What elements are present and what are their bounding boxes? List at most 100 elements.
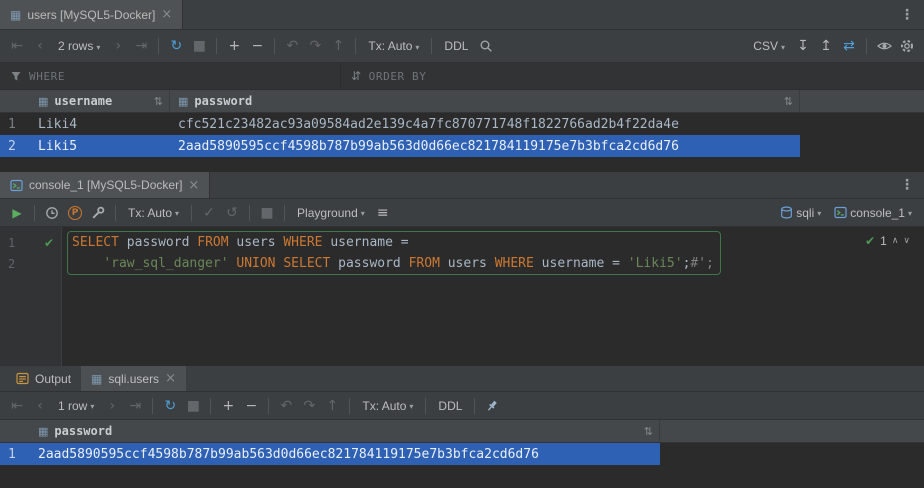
tab-console[interactable]: console_1 [MySQL5-Docker] × [0, 172, 210, 198]
delete-row-icon[interactable]: − [246, 35, 268, 57]
add-row-icon[interactable]: + [223, 35, 245, 57]
tab-output[interactable]: Output [6, 366, 81, 391]
playground-label: Playground [297, 206, 358, 220]
run-icon[interactable]: ▶ [6, 202, 28, 224]
close-icon[interactable]: × [188, 178, 199, 193]
undo-icon[interactable]: ↶ [275, 395, 297, 417]
export-data-icon[interactable]: ↧ [792, 35, 814, 57]
result-data-grid: ▦ password ⇅ 1 2aad5890595ccf4598b787b99… [0, 420, 924, 465]
ddl-button[interactable]: DDL [438, 35, 474, 57]
result-toolbar: ⇤ ‹ 1 row ▾ › ⇥ ↻ ■ + − ↶ ↷ ↑ Tx: Auto ▾… [0, 392, 924, 420]
profiler-icon[interactable]: P [64, 202, 86, 224]
cell-username[interactable]: Liki4 [30, 113, 170, 135]
result-panel-tab-bar: Output ▦ sqli.users × [0, 366, 924, 392]
sort-lines-icon: ⇵ [351, 69, 362, 83]
first-page-icon[interactable]: ⇤ [6, 35, 28, 57]
last-page-icon[interactable]: ⇥ [124, 395, 146, 417]
wrench-icon[interactable] [87, 202, 109, 224]
order-by-field[interactable]: ⇵ ORDER BY [341, 63, 924, 89]
kebab-menu-icon[interactable]: ⋮ [890, 177, 924, 193]
reload-data-icon[interactable]: ↻ [159, 395, 181, 417]
tx-mode-dropdown[interactable]: Tx: Auto ▾ [362, 35, 425, 57]
where-filter-field[interactable]: WHERE [0, 63, 340, 89]
sort-icon[interactable]: ⇅ [154, 95, 163, 108]
page-size-dropdown[interactable]: 2 rows ▾ [52, 35, 106, 57]
kebab-menu-icon[interactable]: ⋮ [890, 7, 924, 23]
tx-mode-dropdown[interactable]: Tx: Auto ▾ [122, 202, 185, 224]
tab-sqli-users-result[interactable]: ▦ sqli.users × [81, 366, 186, 391]
header-filler [660, 420, 924, 442]
stop-icon[interactable]: ■ [182, 395, 204, 417]
redo-icon[interactable]: ↷ [298, 395, 320, 417]
editor-code-area[interactable]: SELECT password FROM users WHERE usernam… [62, 227, 721, 366]
last-page-icon[interactable]: ⇥ [130, 35, 152, 57]
cell-username[interactable]: Liki5 [30, 135, 170, 157]
cell-password[interactable]: 2aad5890595ccf4598b787b99ab563d0d66ec821… [170, 135, 800, 157]
next-page-icon[interactable]: › [101, 395, 123, 417]
import-data-icon[interactable]: ↥ [815, 35, 837, 57]
cell-password[interactable]: 2aad5890595ccf4598b787b99ab563d0d66ec821… [30, 443, 660, 465]
stop-icon[interactable]: ■ [188, 35, 210, 57]
playground-mode-dropdown[interactable]: Playground ▾ [291, 202, 371, 224]
ddl-button[interactable]: DDL [432, 395, 468, 417]
column-header-username[interactable]: ▦ username ⇅ [30, 90, 170, 112]
close-icon[interactable]: × [165, 371, 176, 386]
previous-page-icon[interactable]: ‹ [29, 395, 51, 417]
execution-history-clock-icon[interactable] [41, 202, 63, 224]
stop-icon[interactable]: ■ [256, 202, 278, 224]
console-dropdown[interactable]: console_1 ▾ [828, 202, 918, 224]
chevron-down-icon: ▾ [817, 209, 821, 218]
rollback-icon[interactable]: ↺ [221, 202, 243, 224]
sql-line[interactable]: 'raw_sql_danger' UNION SELECT password F… [72, 253, 714, 274]
page-size-dropdown[interactable]: 1 row ▾ [52, 395, 100, 417]
delete-row-icon[interactable]: − [240, 395, 262, 417]
table-row-selected[interactable]: 1 2aad5890595ccf4598b787b99ab563d0d66ec8… [0, 443, 924, 465]
previous-page-icon[interactable]: ‹ [29, 35, 51, 57]
undo-icon[interactable]: ↶ [281, 35, 303, 57]
schema-dropdown[interactable]: sqli ▾ [774, 202, 827, 224]
table-row[interactable]: 1 Liki4 cfc521c23482ac93a09584ad2e139c4a… [0, 113, 924, 135]
first-page-icon[interactable]: ⇤ [6, 395, 28, 417]
toolbar-separator [474, 398, 475, 414]
editor-tab-bar: ▦ users [MySQL5-Docker] × ⋮ [0, 0, 924, 30]
row-number: 1 [0, 113, 30, 135]
header-filler [800, 90, 924, 112]
column-header-password[interactable]: ▦ password ⇅ [30, 420, 660, 442]
toolbar-separator [210, 398, 211, 414]
next-page-icon[interactable]: › [107, 35, 129, 57]
page-size-label: 2 rows [58, 39, 93, 53]
table-row-selected[interactable]: 2 Liki5 2aad5890595ccf4598b787b99ab563d0… [0, 135, 924, 157]
close-icon[interactable]: × [161, 7, 172, 22]
toolbar-separator [274, 38, 275, 54]
transfer-data-icon[interactable]: ⇄ [838, 35, 860, 57]
sort-icon[interactable]: ⇅ [784, 95, 793, 108]
next-result-icon[interactable]: ∨ [903, 236, 910, 246]
grid-empty-space [0, 157, 924, 172]
datagrip-window: ▦ users [MySQL5-Docker] × ⋮ ⇤ ‹ 2 rows ▾… [0, 0, 924, 488]
cell-password[interactable]: cfc521c23482ac93a09584ad2e139c4a7fc87077… [170, 113, 800, 135]
export-format-dropdown[interactable]: CSV ▾ [747, 35, 791, 57]
commit-icon[interactable]: ✓ [198, 202, 220, 224]
sql-editor[interactable]: 1 ✔ 2 SELECT password FROM users WHERE u… [0, 227, 924, 366]
tab-users-grid[interactable]: ▦ users [MySQL5-Docker] × [0, 0, 183, 29]
submit-changes-icon[interactable]: ↑ [321, 395, 343, 417]
settings-gear-icon[interactable] [896, 35, 918, 57]
filter-funnel-icon [10, 70, 22, 82]
redo-icon[interactable]: ↷ [304, 35, 326, 57]
previous-result-icon[interactable]: ∧ [892, 236, 899, 246]
add-row-icon[interactable]: + [217, 395, 239, 417]
sort-icon[interactable]: ⇅ [644, 425, 653, 438]
statement-success-icon: ✔ [44, 236, 54, 250]
tx-mode-dropdown[interactable]: Tx: Auto ▾ [356, 395, 419, 417]
view-options-eye-icon[interactable] [873, 35, 895, 57]
row-number-header [0, 90, 30, 112]
pin-tab-icon[interactable] [481, 395, 503, 417]
output-layout-icon[interactable]: ≡ [372, 202, 394, 224]
column-header-password[interactable]: ▦ password ⇅ [170, 90, 800, 112]
search-icon[interactable] [475, 35, 497, 57]
sql-line[interactable]: SELECT password FROM users WHERE usernam… [72, 232, 714, 253]
row-filler [800, 113, 924, 135]
reload-data-icon[interactable]: ↻ [165, 35, 187, 57]
submit-changes-icon[interactable]: ↑ [327, 35, 349, 57]
chevron-down-icon: ▾ [781, 43, 785, 52]
